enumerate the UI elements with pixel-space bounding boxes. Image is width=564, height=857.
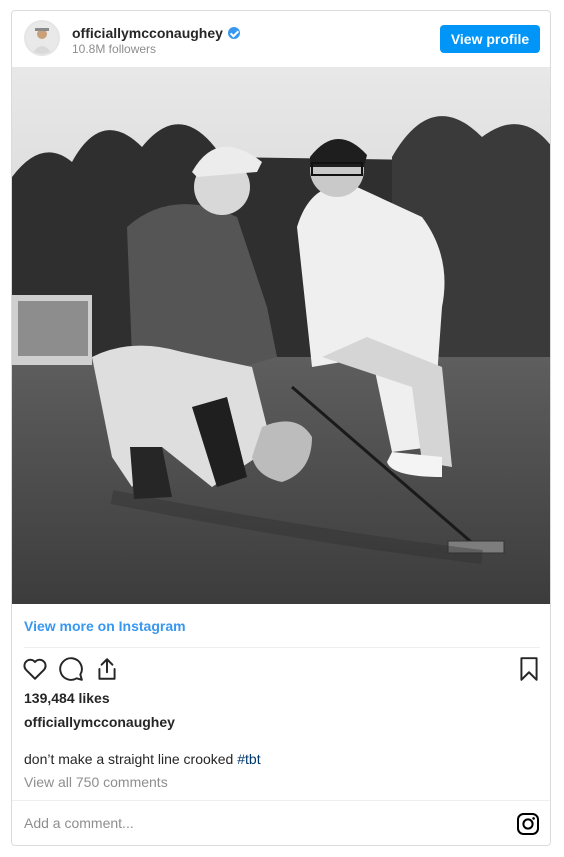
view-more-link[interactable]: View more on Instagram	[24, 618, 186, 634]
view-profile-button[interactable]: View profile	[440, 25, 540, 53]
post-photo-graphic	[12, 67, 550, 604]
hashtag-link[interactable]: #tbt	[237, 751, 260, 767]
bookmark-icon[interactable]	[516, 656, 542, 682]
verified-badge-icon	[227, 27, 240, 39]
avatar-image	[26, 22, 58, 54]
view-all-comments-link[interactable]: View all 750 comments	[24, 774, 168, 790]
post-author[interactable]: officiallymcconaughey	[24, 714, 175, 730]
post-image[interactable]	[12, 67, 550, 604]
comment-icon[interactable]	[58, 656, 84, 682]
follower-count: 10.8M followers	[72, 42, 157, 56]
like-count[interactable]: 139,484 likes	[24, 690, 110, 706]
avatar[interactable]	[24, 20, 60, 56]
post-caption: don’t make a straight line crooked #tbt	[24, 751, 261, 767]
instagram-logo-icon[interactable]	[516, 812, 540, 836]
caption-text: don’t make a straight line crooked	[24, 751, 238, 767]
instagram-embed-card: officiallymcconaughey 10.8M followers Vi…	[11, 10, 551, 846]
heart-icon[interactable]	[22, 656, 48, 682]
divider	[24, 647, 540, 648]
username[interactable]: officiallymcconaughey	[72, 25, 240, 41]
share-icon[interactable]	[94, 656, 120, 682]
username-text[interactable]: officiallymcconaughey	[72, 25, 223, 41]
post-header: officiallymcconaughey 10.8M followers Vi…	[12, 11, 550, 67]
add-comment-input[interactable]: Add a comment...	[24, 815, 134, 831]
divider	[12, 800, 550, 801]
